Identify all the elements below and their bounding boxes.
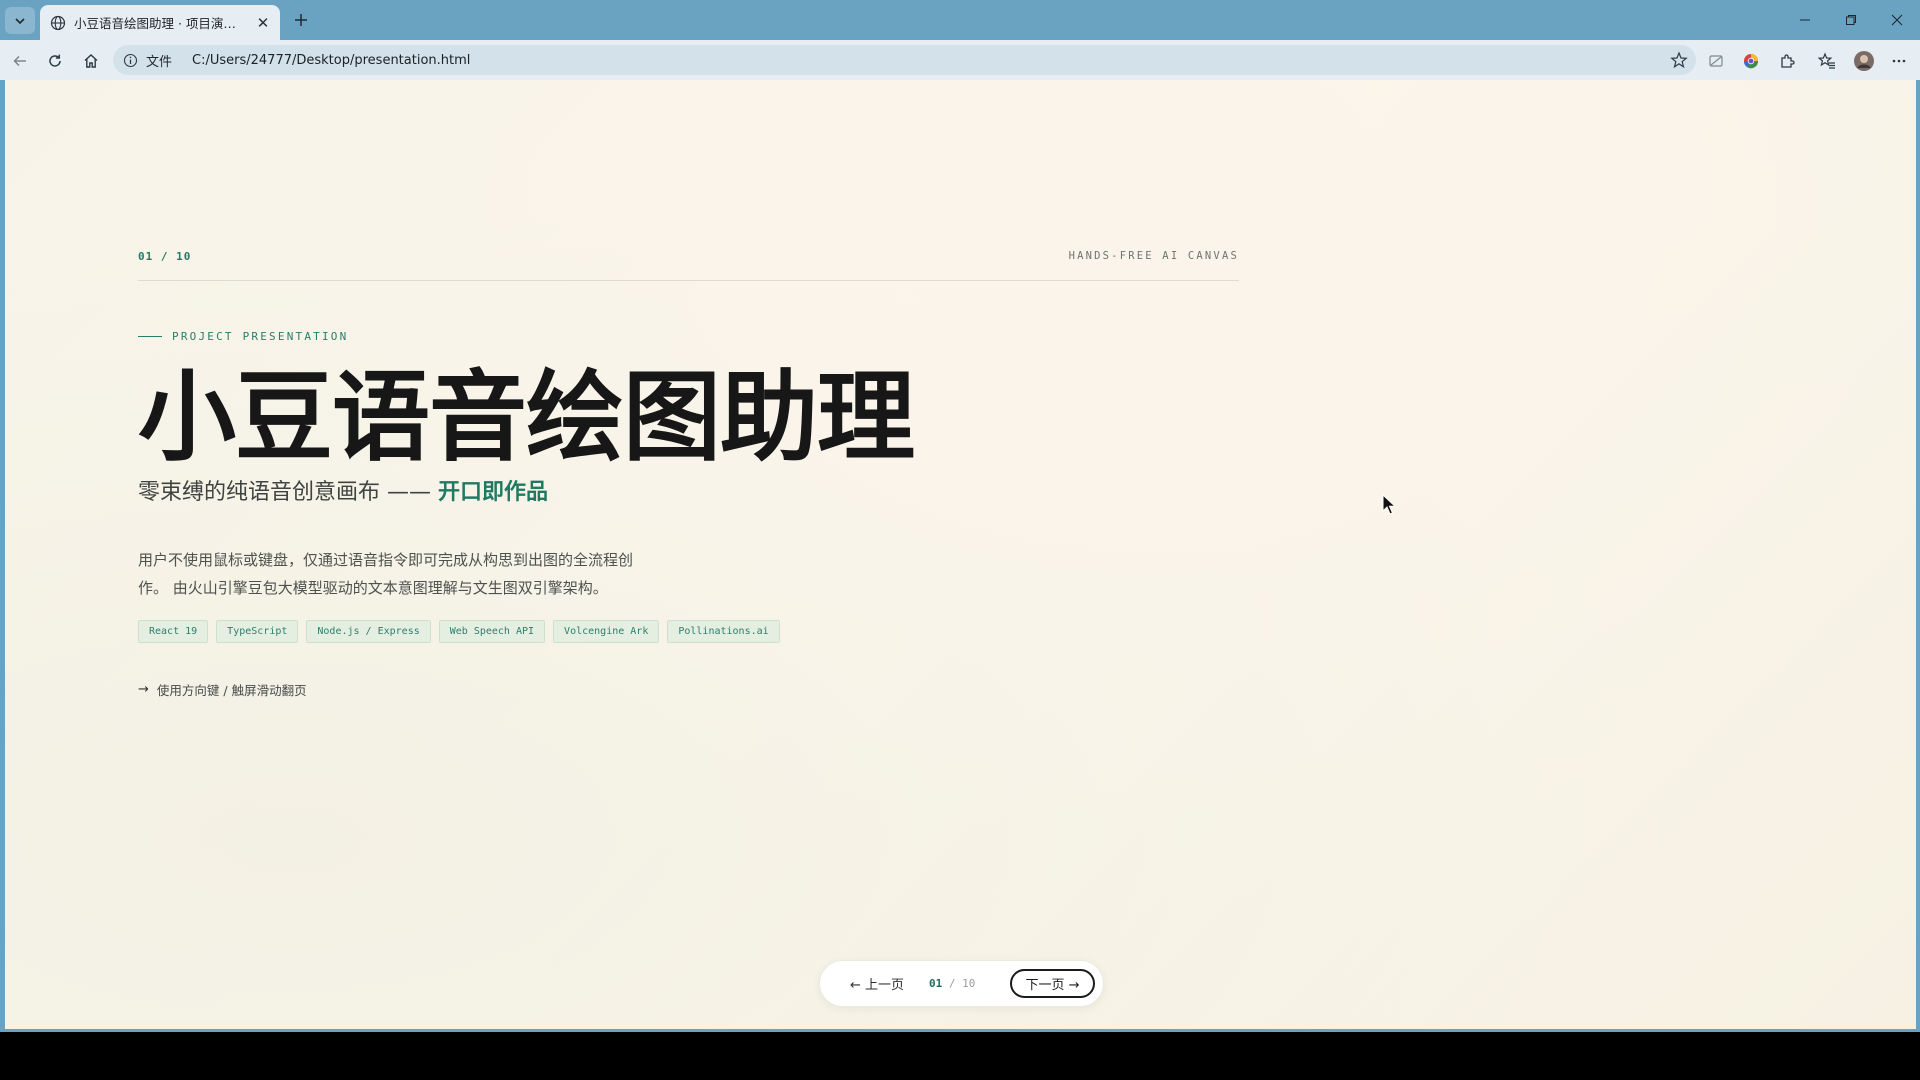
slide: 01 / 10 HANDS-FREE AI CANVAS PROJECT PRE… [138,250,1239,699]
chip-pollinations: Pollinations.ai [667,620,780,643]
color-icon[interactable] [1738,48,1764,74]
chip-web-speech: Web Speech API [438,620,546,643]
subtitle-accent: 开口即作品 [438,480,549,505]
globe-icon [50,15,66,31]
pager: ← 上一页 01 / 10 下一页 → [819,960,1104,1007]
tab-title: 小豆语音绘图助理 · 项目演示文稿 [74,16,247,31]
url-scheme: 文件 [146,54,173,70]
next-button[interactable]: 下一页 → [1010,969,1095,998]
url-text[interactable]: C:/Users/24777/Desktop/presentation.html [192,53,470,68]
home-icon[interactable] [78,48,104,74]
slide-meta-row: 01 / 10 HANDS-FREE AI CANVAS [138,250,1239,281]
back-icon[interactable] [7,48,33,74]
extensions-icon[interactable] [1774,48,1800,74]
tech-chips: React 19 TypeScript Node.js / Express We… [138,620,1239,643]
close-icon[interactable]: ✕ [255,14,271,32]
reload-icon[interactable] [42,48,68,74]
page-title: 小豆语音绘图助理 [138,361,915,475]
favorites-icon[interactable] [1814,48,1840,74]
info-icon[interactable] [123,53,138,68]
window-close-icon[interactable] [1874,0,1920,40]
browser-window: 小豆语音绘图助理 · 项目演示文稿 ✕ 文件 C:/Users/24777/De… [0,0,1920,1032]
eyebrow: PROJECT PRESENTATION [138,330,1239,343]
eyebrow-label: PROJECT PRESENTATION [172,330,349,343]
chip-typescript: TypeScript [216,620,299,643]
arrow-right-icon: → [138,682,149,697]
tab-strip: 小豆语音绘图助理 · 项目演示文稿 ✕ [0,0,1920,40]
eyebrow-dash [138,336,162,337]
reading-icon[interactable] [1703,48,1729,74]
prev-button[interactable]: ← 上一页 [850,974,904,993]
chip-react: React 19 [138,620,209,643]
restore-icon[interactable] [1828,0,1874,40]
active-tab[interactable]: 小豆语音绘图助理 · 项目演示文稿 ✕ [40,5,280,40]
page-current: 01 [929,977,943,990]
description: 用户不使用鼠标或键盘，仅通过语音指令即可完成从构思到出图的全流程创作。 由火山引… [138,551,634,597]
page-total: 10 [962,977,976,990]
plus-icon[interactable] [289,8,313,32]
subtitle: 零束缚的纯语音创意画布 —— 开口即作品 [138,474,1239,506]
page-viewport: 01 / 10 HANDS-FREE AI CANVAS PROJECT PRE… [5,80,1916,1029]
navigation-hint-text: 使用方向键 / 触屏滑动翻页 [156,683,307,698]
navigation-hint: → 使用方向键 / 触屏滑动翻页 [138,680,1239,699]
more-icon[interactable] [1886,48,1912,74]
minimize-icon[interactable] [1782,0,1828,40]
slide-counter: 01 / 10 [138,250,192,263]
chip-volcengine: Volcengine Ark [553,620,660,643]
chip-node: Node.js / Express [306,620,431,643]
page-indicator: 01 / 10 [929,977,975,990]
subtitle-prefix: 零束缚的纯语音创意画布 —— [138,480,438,505]
tab-menu-icon[interactable] [5,7,35,34]
star-icon[interactable] [1670,51,1688,69]
mouse-cursor-icon [1382,494,1398,516]
profile-icon[interactable] [1851,48,1877,74]
page-separator: / [948,977,956,990]
slide-tagline: HANDS-FREE AI CANVAS [1068,250,1239,262]
address-bar[interactable]: 文件 C:/Users/24777/Desktop/presentation.h… [113,45,1696,75]
address-toolbar: 文件 C:/Users/24777/Desktop/presentation.h… [0,40,1920,80]
